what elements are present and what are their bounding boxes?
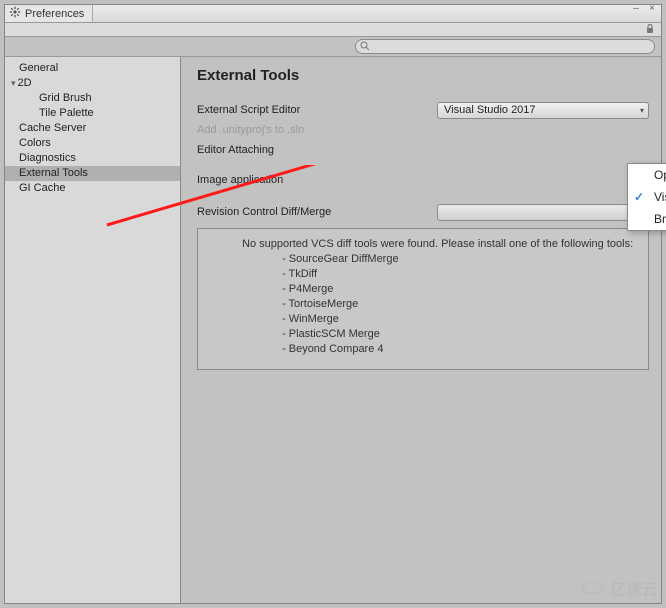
row-image-application: Image application xyxy=(197,170,649,190)
sidebar-item-colors[interactable]: Colors xyxy=(5,136,180,151)
vcs-tool-item: TkDiff xyxy=(242,267,638,282)
label-add-unityproj: Add .unityproj's to .sln xyxy=(197,124,437,136)
dropdown-item-visual-studio-2017[interactable]: ✓ Visual Studio 2017 xyxy=(628,186,666,208)
row-add-unityproj: Add .unityproj's to .sln xyxy=(197,120,649,140)
search-input[interactable] xyxy=(355,39,655,54)
sidebar-item-general[interactable]: General xyxy=(5,61,180,76)
main-panel: External Tools External Script Editor Vi… xyxy=(181,57,661,603)
cloud-icon xyxy=(580,579,606,597)
lock-icon[interactable] xyxy=(645,21,655,39)
vcs-tool-item: P4Merge xyxy=(242,282,638,297)
vcs-tool-item: Beyond Compare 4 xyxy=(242,342,638,357)
label-image-application: Image application xyxy=(197,174,437,186)
vcs-tool-item: SourceGear DiffMerge xyxy=(242,252,638,267)
dropdown-item-label: Visual Studio 2017 xyxy=(654,190,666,204)
sidebar-item-gi-cache[interactable]: GI Cache xyxy=(5,181,180,196)
gear-icon xyxy=(9,6,21,21)
minimize-icon[interactable]: – xyxy=(629,5,643,13)
script-editor-dropdown: Open by file extension ✓ Visual Studio 201… xyxy=(627,163,666,231)
vcs-info-box: No supported VCS diff tools were found. … xyxy=(197,228,649,370)
close-icon[interactable]: × xyxy=(645,5,659,13)
body: General2DGrid BrushTile PaletteCache Ser… xyxy=(5,57,661,603)
window-controls: – × xyxy=(629,5,659,13)
search-icon xyxy=(360,38,370,56)
search-row xyxy=(5,37,661,57)
dropdown-item-open-by-file-extension[interactable]: Open by file extension xyxy=(628,164,666,186)
label-external-script-editor: External Script Editor xyxy=(197,104,437,116)
check-icon: ✓ xyxy=(634,190,644,204)
row-editor-attaching: Editor Attaching xyxy=(197,140,649,160)
combo-value: Visual Studio 2017 xyxy=(444,104,536,116)
vcs-tool-item: PlasticSCM Merge xyxy=(242,327,638,342)
combo-revision-control[interactable] xyxy=(437,204,649,221)
sidebar-item-diagnostics[interactable]: Diagnostics xyxy=(5,151,180,166)
page-title: External Tools xyxy=(197,67,649,84)
lock-row xyxy=(5,23,661,37)
sidebar-item-external-tools[interactable]: External Tools xyxy=(5,166,180,181)
sidebar-item-grid-brush[interactable]: Grid Brush xyxy=(5,91,180,106)
combo-external-script-editor[interactable]: Visual Studio 2017 xyxy=(437,102,649,119)
row-external-script-editor: External Script Editor Visual Studio 201… xyxy=(197,100,649,120)
titlebar: Preferences – × xyxy=(5,5,661,23)
dropdown-item-browse-[interactable]: Browse... xyxy=(628,208,666,230)
watermark-text: 亿速云 xyxy=(610,576,658,600)
sidebar-item-cache-server[interactable]: Cache Server xyxy=(5,121,180,136)
sidebar-item-2d[interactable]: 2D xyxy=(5,76,180,91)
watermark: 亿速云 xyxy=(580,576,658,600)
sidebar-item-tile-palette[interactable]: Tile Palette xyxy=(5,106,180,121)
row-revision-control: Revision Control Diff/Merge xyxy=(197,202,649,222)
dropdown-item-label: Open by file extension xyxy=(654,168,666,182)
preferences-window: Preferences – × General2DGrid BrushTile … xyxy=(4,4,662,604)
label-editor-attaching: Editor Attaching xyxy=(197,144,437,156)
vcs-tool-item: WinMerge xyxy=(242,312,638,327)
vcs-tool-item: TortoiseMerge xyxy=(242,297,638,312)
window-tab[interactable]: Preferences xyxy=(5,5,93,22)
vcs-info-lead: No supported VCS diff tools were found. … xyxy=(242,237,638,252)
window-title: Preferences xyxy=(25,8,84,20)
vcs-tools-list: SourceGear DiffMergeTkDiffP4MergeTortois… xyxy=(242,252,638,357)
sidebar: General2DGrid BrushTile PaletteCache Ser… xyxy=(5,57,181,603)
dropdown-item-label: Browse... xyxy=(654,212,666,226)
label-revision-control: Revision Control Diff/Merge xyxy=(197,206,437,218)
